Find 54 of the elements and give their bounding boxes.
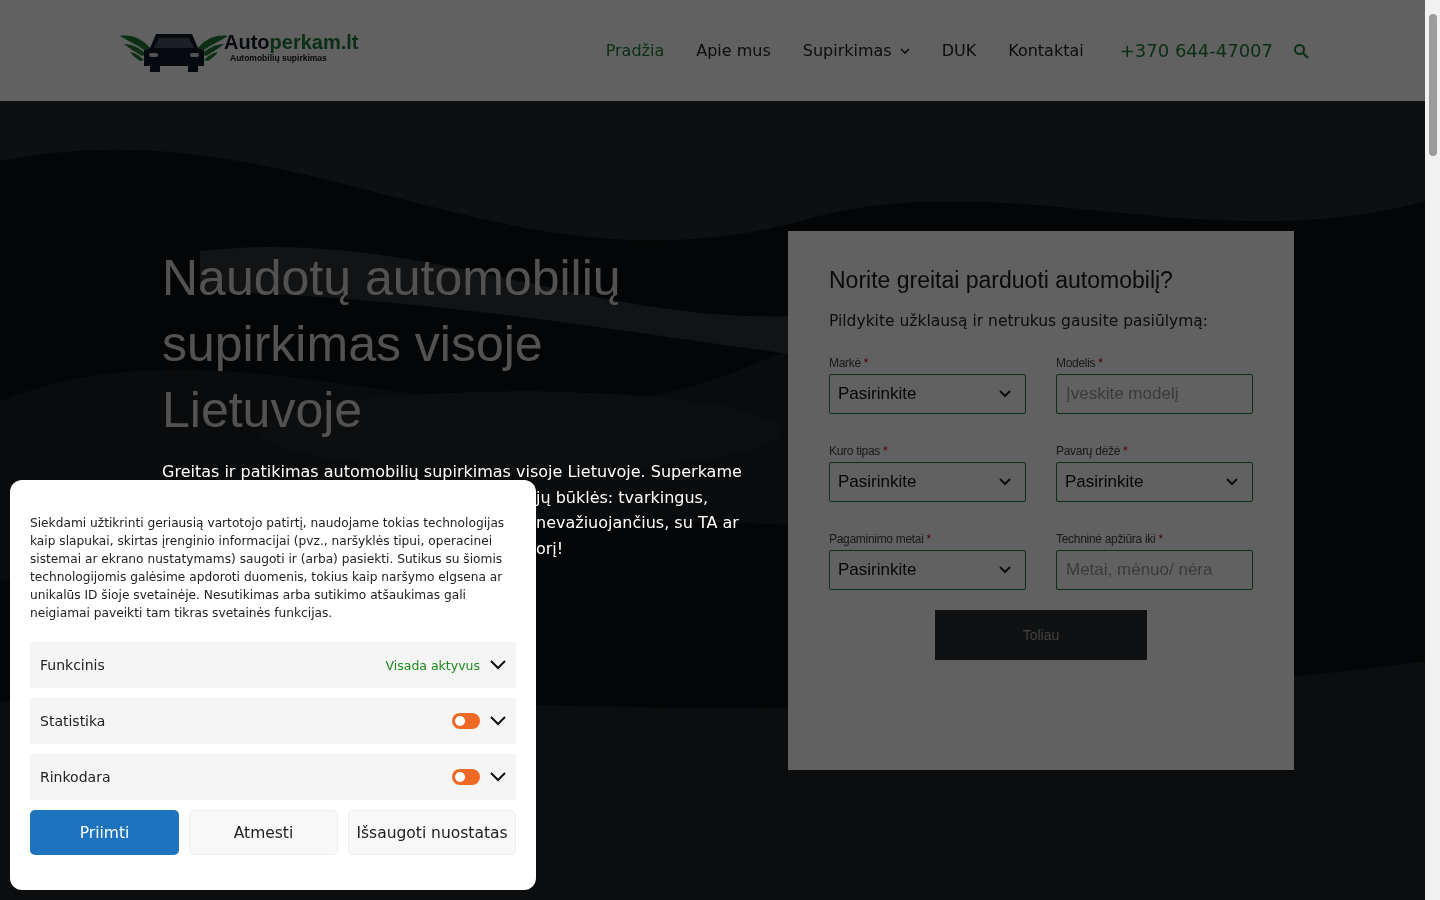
field-label: Kuro tipas [829, 444, 881, 458]
nav-link[interactable]: Kontaktai [1008, 41, 1084, 60]
chevron-icon [999, 566, 1011, 574]
hero-heading: Naudotų automobilių supirkimas visoje Lietuvoje [162, 249, 622, 440]
toggle-switch[interactable] [452, 713, 480, 729]
chevron-icon [1226, 478, 1238, 486]
field-label: Pagaminimo metai [829, 532, 924, 546]
field-label: Techninė apžiūra iki [1056, 532, 1156, 546]
phone-link[interactable]: +370 644-47007 [1119, 40, 1273, 61]
required-mark: * [1158, 532, 1164, 546]
category-label: Rinkodara [40, 769, 111, 785]
consent-button[interactable]: Atmesti [189, 810, 338, 855]
consent-button[interactable]: Priimti [30, 810, 179, 855]
form-title: Norite greitai parduoti automobilį? [829, 267, 1174, 294]
hero-text: nevažiuojančius, su TA ar [536, 512, 739, 534]
required-mark: * [926, 532, 932, 546]
dropdown[interactable]: Pasirinkite [829, 374, 1026, 414]
dropdown[interactable]: Pasirinkite [829, 462, 1026, 502]
cookie-text: Siekdami užtikrinti geriausią vartotojo patirtį, naudojame tokias technologijas kaip slapukai, skirtas įrenginio informacijai (pvz., naršyklės tipui, operacinei sistemai ar ekrano nustatymams) saugoti ir (arba) pasiekti. Sutikus su šiomis technologijomis galėsime apdoroti duomenis, tokius kaip naršymo elgsena ar unikalūs ID šioje svetainėje. Nesutikimas arba sutikimo atšaukimas gali neigiamai paveikti tam tikras svetainės funkcijas. [30, 515, 506, 622]
form-subtitle: Pildykite užklausą ir netrukus gausite pasiūlymą: [829, 312, 1209, 330]
logo-text[interactable]: Autoperkam.lt [224, 30, 359, 53]
consent-category[interactable]: Rinkodara [30, 754, 516, 800]
required-mark: * [1098, 356, 1103, 370]
field-label: Modelis [1056, 356, 1096, 370]
chevron-icon[interactable] [490, 660, 506, 670]
chevron-icon [999, 478, 1011, 486]
nav-link[interactable]: DUK [941, 41, 977, 60]
nav-link[interactable]: Apie mus [696, 41, 771, 60]
consent-category[interactable]: Funkcinis Visada aktyvus [30, 642, 516, 688]
hero-text: orį! [536, 537, 564, 560]
scrollbar[interactable] [1425, 0, 1440, 900]
consent-category[interactable]: Statistika [30, 698, 516, 744]
status-text: Visada aktyvus [385, 657, 480, 673]
dropdown[interactable]: Pasirinkite [1056, 462, 1253, 502]
chevron-icon [999, 390, 1011, 398]
required-mark: * [863, 356, 869, 370]
search-icon[interactable] [1293, 42, 1309, 59]
caret-icon[interactable] [899, 47, 910, 54]
category-label: Funkcinis [40, 657, 105, 673]
toggle-switch[interactable] [452, 769, 480, 785]
nav-link[interactable]: Pradžia [605, 41, 665, 60]
hero-text: jų būklės: tvarkingus, [536, 486, 709, 509]
hero-text: Greitas ir patikimas automobilių supirkimas visoje Lietuvoje. Superkame [162, 461, 742, 483]
chevron-icon[interactable] [490, 716, 506, 726]
logo-tagline: Automobilių supirkimas [230, 52, 327, 63]
required-mark: * [1123, 444, 1128, 458]
consent-button[interactable]: Išsaugoti nuostatas [348, 810, 516, 855]
field-label: Markė [829, 356, 861, 370]
nav-link[interactable]: Supirkimas [802, 41, 910, 60]
field-label: Pavarų dėžė [1056, 444, 1121, 458]
dropdown[interactable]: Pasirinkite [829, 550, 1026, 590]
chevron-icon[interactable] [490, 772, 506, 782]
category-label: Statistika [40, 713, 106, 729]
required-mark: * [883, 444, 888, 458]
